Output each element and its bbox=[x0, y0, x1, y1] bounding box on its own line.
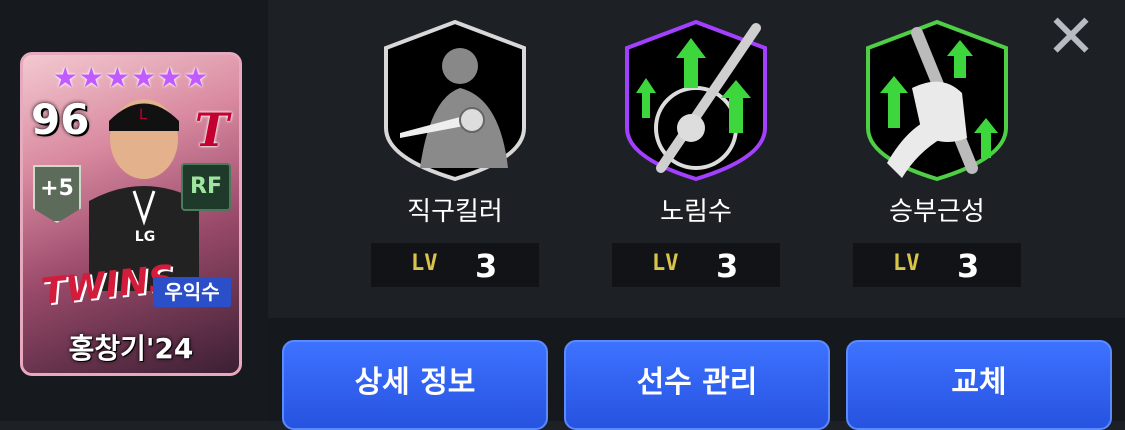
skill-level-box: LV 3 bbox=[612, 243, 780, 287]
svg-text:L: L bbox=[139, 107, 147, 123]
team-logo: T bbox=[194, 103, 229, 157]
skill-slot-3[interactable]: 승부근성 LV 3 bbox=[853, 18, 1021, 287]
level-tag: LV bbox=[411, 251, 438, 276]
skill-level-box: LV 3 bbox=[371, 243, 539, 287]
swap-button[interactable]: 교체 bbox=[846, 340, 1112, 430]
player-card[interactable]: ★★★★★★ L LG 96 T +5 RF TWINS 우익수 홍창기'24 bbox=[20, 52, 242, 376]
handedness-label: 우익수 bbox=[153, 277, 231, 307]
player-manage-button[interactable]: 선수 관리 bbox=[564, 340, 830, 430]
skill-level-box: LV 3 bbox=[853, 243, 1021, 287]
level-value: 3 bbox=[957, 247, 980, 285]
skill-name: 승부근성 bbox=[889, 197, 985, 227]
player-detail-button[interactable]: 상세 정보 bbox=[282, 340, 548, 430]
skill-name: 직구킬러 bbox=[407, 197, 503, 227]
player-name: 홍창기'24 bbox=[68, 332, 194, 365]
skill-name: 노림수 bbox=[660, 197, 732, 227]
grip-bat-icon bbox=[866, 19, 1008, 182]
skill-slot-1[interactable]: 직구킬러 LV 3 bbox=[371, 18, 539, 287]
fastball-killer-icon bbox=[384, 19, 526, 182]
close-icon[interactable]: ✕ bbox=[1042, 7, 1100, 68]
position-badge: RF bbox=[181, 163, 231, 211]
overall-rating: 96 bbox=[31, 95, 90, 144]
player-card-panel: ★★★★★★ L LG 96 T +5 RF TWINS 우익수 홍창기'24 bbox=[0, 0, 268, 421]
chest-logo: LG bbox=[135, 229, 155, 245]
level-value: 3 bbox=[716, 247, 739, 285]
level-tag: LV bbox=[652, 251, 679, 276]
level-tag: LV bbox=[893, 251, 920, 276]
aim-bat-icon bbox=[625, 19, 767, 182]
skill-slot-2[interactable]: 노림수 LV 3 bbox=[612, 18, 780, 287]
enhance-badge: +5 bbox=[33, 165, 81, 223]
star-rating: ★★★★★★ bbox=[52, 61, 210, 94]
level-value: 3 bbox=[475, 247, 498, 285]
